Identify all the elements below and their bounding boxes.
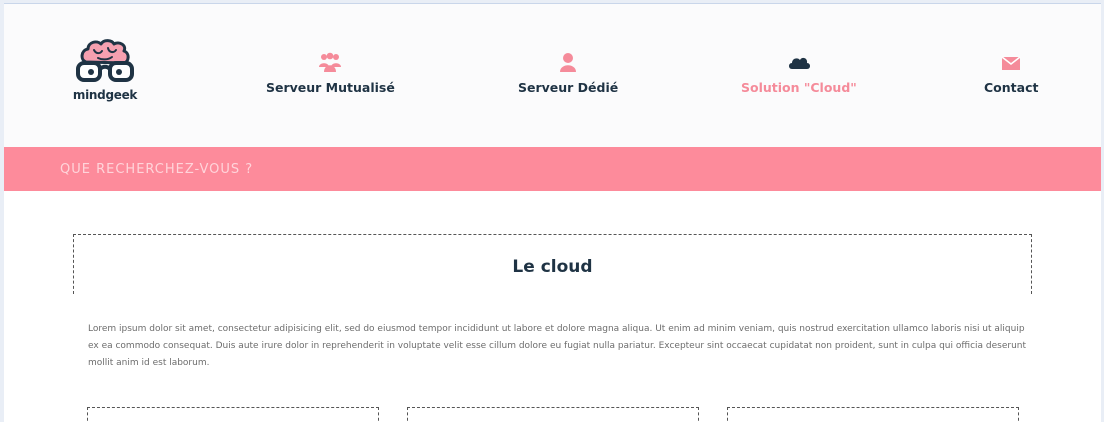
- cloud-icon: [788, 57, 810, 69]
- envelope-icon: [1001, 56, 1021, 70]
- nav-label: Serveur Mutualisé: [266, 80, 395, 95]
- nav-item-solution-cloud[interactable]: Solution "Cloud": [741, 52, 857, 95]
- nav-item-serveur-dedie[interactable]: Serveur Dédié: [518, 52, 618, 95]
- search-input[interactable]: [60, 157, 660, 181]
- nav-item-serveur-mutualise[interactable]: Serveur Mutualisé: [266, 52, 395, 95]
- nav-label: Serveur Dédié: [518, 80, 619, 95]
- nav-item-contact[interactable]: Contact: [984, 52, 1038, 95]
- site-header: mindgeek Serveur Mutualisé Serveur Dédié: [4, 4, 1101, 147]
- logo[interactable]: mindgeek: [70, 38, 140, 108]
- offer-card: [87, 407, 379, 422]
- offer-card: [727, 407, 1019, 422]
- brain-glasses-icon: [76, 39, 134, 82]
- nav-label: Solution "Cloud": [741, 80, 857, 95]
- intro-paragraph: Lorem ipsum dolor sit amet, consectetur …: [88, 324, 1027, 368]
- users-icon: [319, 52, 342, 72]
- search-bar: [4, 147, 1101, 191]
- section-title-box: Le cloud: [73, 234, 1032, 294]
- page: mindgeek Serveur Mutualisé Serveur Dédié: [4, 3, 1101, 422]
- page-title: Le cloud: [512, 257, 593, 277]
- offer-card: [407, 407, 699, 422]
- nav-label: Contact: [984, 80, 1039, 95]
- user-icon: [560, 53, 577, 72]
- brand-name: mindgeek: [72, 88, 138, 102]
